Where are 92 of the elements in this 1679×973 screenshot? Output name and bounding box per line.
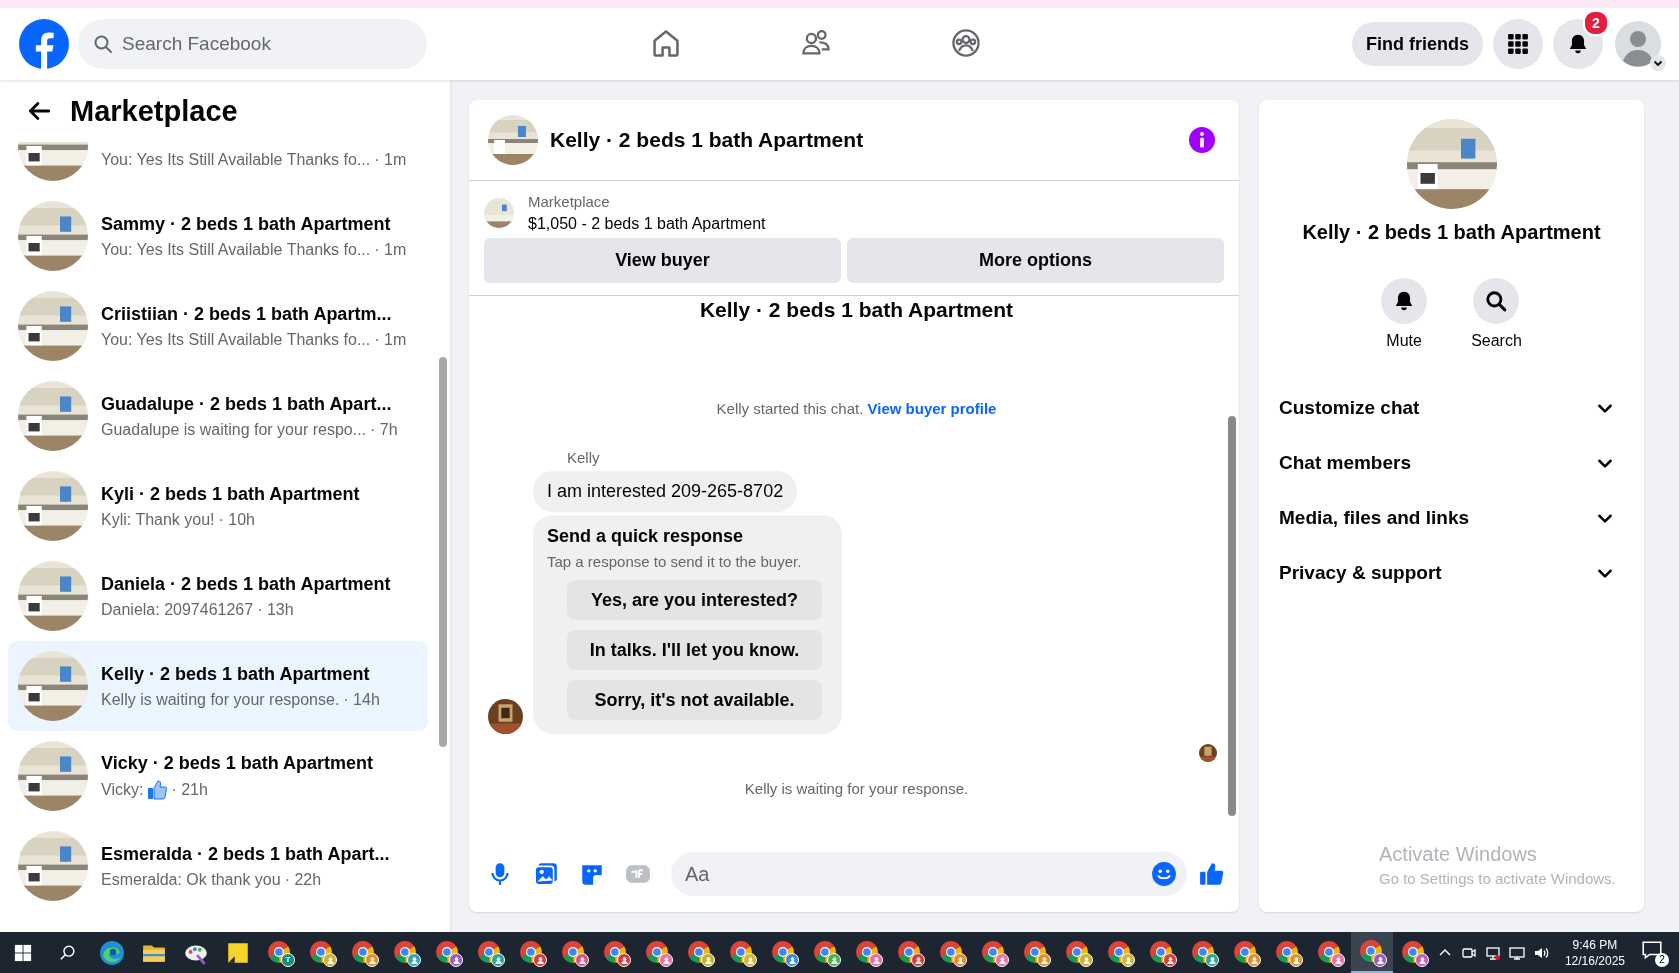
info-icon[interactable]	[1189, 127, 1215, 153]
conversation-item[interactable]: Sammy · 2 beds 1 bath Apartment You: Yes Its Still Available Thanks fo... · 1m	[8, 191, 428, 281]
conversation-item[interactable]: Kyli · 2 beds 1 bath Apartment Kyli: Thank you! · 10h	[8, 461, 428, 551]
message-preview: Vicky:	[101, 780, 144, 799]
more-options-button[interactable]: More options	[847, 238, 1224, 283]
taskbar-app[interactable]	[1351, 932, 1393, 973]
conversation-item[interactable]: You: Yes Its Still Available Thanks fo... · 1m	[8, 142, 428, 191]
message-preview: You: Yes Its Still Available Thanks fo...	[101, 150, 371, 169]
section-header[interactable]: Customize chat	[1279, 380, 1624, 435]
conversation-item[interactable]: Kelly · 2 beds 1 bath Apartment Kelly is waiting for your response. · 14h	[8, 641, 428, 731]
message-input[interactable]: Aa	[671, 852, 1187, 896]
thumbs-up-icon	[147, 779, 168, 800]
thumbs-up-icon[interactable]	[1199, 861, 1225, 887]
action-label: Search	[1471, 332, 1522, 350]
caret-icon	[1650, 55, 1666, 71]
network-icon[interactable]	[1484, 944, 1501, 961]
conversation-title: Daniela · 2 beds 1 bath Apartment	[101, 573, 391, 596]
find-friends-button[interactable]: Find friends	[1352, 22, 1483, 66]
message-time: · 1m	[374, 150, 407, 169]
quick-reply-button[interactable]: In talks. I'll let you know.	[567, 630, 822, 670]
logo-icon[interactable]	[19, 19, 69, 69]
conversation-title: Criistiian · 2 beds 1 bath Apartm...	[101, 303, 393, 326]
menu-button[interactable]	[1493, 19, 1543, 69]
clock-date: 12/16/2025	[1564, 952, 1625, 969]
action-label: Mute	[1386, 332, 1422, 350]
message-preview: You: Yes Its Still Available Thanks fo...	[101, 330, 371, 349]
groups-icon	[949, 26, 982, 59]
conversation-item[interactable]: Criistiian · 2 beds 1 bath Apartm... You: Yes Its Still Available Thanks fo... · 1m	[8, 281, 428, 371]
search-icon	[93, 34, 113, 54]
profile-badge: T	[281, 953, 295, 967]
conversation-item[interactable]: Guadalupe · 2 beds 1 bath Apart... Guadalupe is waiting for your respo... · 7h	[8, 371, 428, 461]
message-preview: You: Yes Its Still Available Thanks fo...	[101, 240, 371, 259]
quick-response-hint: Tap a response to send it to the buyer.	[547, 553, 803, 570]
waiting-status: Kelly is waiting for your response.	[743, 780, 970, 797]
clock-time: 9:46 PM	[1572, 936, 1618, 953]
bell-icon	[1567, 33, 1589, 55]
listing-source: Marketplace	[528, 193, 611, 210]
notifications-button[interactable]	[1553, 19, 1603, 69]
conversation-name: Kelly · 2 beds 1 bath Apartment	[1301, 221, 1602, 244]
chat-started-note: Kelly started this chat.	[716, 400, 864, 417]
conversation-title: Kyli · 2 beds 1 bath Apartment	[101, 483, 360, 506]
message-time: · 14h	[343, 690, 380, 709]
activation-notice-title: Activate Windows	[1379, 843, 1538, 866]
message-time: · 10h	[218, 510, 255, 529]
quick-response-title: Send a quick response	[547, 526, 745, 547]
listing-summary: $1,050 - 2 beds 1 bath Apartment	[528, 215, 766, 233]
activation-notice-text: Go to Settings to activate Windows.	[1379, 870, 1617, 887]
conversation-title: Guadalupe · 2 beds 1 bath Apart...	[101, 393, 393, 416]
search-icon	[1485, 290, 1508, 312]
notification-badge: 2	[1583, 10, 1609, 36]
message-time: · 7h	[370, 420, 398, 439]
conversation-title: Vicky · 2 beds 1 bath Apartment	[101, 752, 374, 775]
smiley-icon[interactable]	[1151, 861, 1177, 887]
account-avatar[interactable]	[1615, 21, 1661, 67]
taskbar-app[interactable]: T	[259, 932, 301, 973]
message-preview: Kelly is waiting for your response.	[101, 690, 340, 709]
conversation-title: Kelly · 2 beds 1 bath Apartment	[101, 663, 371, 686]
message-preview: Esmeralda: Ok thank you	[101, 870, 281, 889]
buyer-profile-link[interactable]: View buyer profile	[867, 400, 997, 417]
quick-reply-button[interactable]: Sorry, it's not available.	[567, 680, 822, 720]
conversation-item[interactable]: Esmeralda · 2 beds 1 bath Apart... Esmeralda: Ok thank you · 22h	[8, 821, 428, 911]
message-preview: Kyli: Thank you!	[101, 510, 215, 529]
thread-title: Kelly · 2 beds 1 bath Apartment	[698, 298, 1015, 322]
section-header[interactable]: Media, files and links	[1279, 490, 1624, 545]
sender-name: Kelly	[567, 449, 601, 466]
conversation-title: Esmeralda · 2 beds 1 bath Apart...	[101, 843, 390, 866]
section-header[interactable]: Privacy & support	[1279, 545, 1624, 600]
browser-icon	[99, 939, 125, 966]
message-time: · 1m	[374, 240, 407, 259]
conversation-item[interactable]: Daniela · 2 beds 1 bath Apartment Daniela: 2097461267 · 13h	[8, 551, 428, 641]
mute-button[interactable]	[1381, 278, 1428, 324]
message-time: · 13h	[257, 600, 294, 619]
photo-icon[interactable]	[533, 861, 559, 887]
section-header[interactable]: Chat members	[1279, 435, 1624, 490]
message-bubble: I am interested 209-265-8702	[533, 471, 798, 512]
monitor-icon[interactable]	[1508, 944, 1525, 961]
sidebar-title: Marketplace	[70, 94, 238, 128]
notification-count: 2	[1655, 952, 1669, 967]
quick-reply-button[interactable]: Yes, are you interested?	[567, 580, 822, 620]
conversation-title: Sammy · 2 beds 1 bath Apartment	[101, 213, 392, 236]
browser-icon	[267, 939, 293, 966]
message-time: · 22h	[284, 870, 322, 889]
message-time: · 21h	[171, 780, 208, 799]
search-button[interactable]	[1473, 278, 1520, 324]
view-buyer-button[interactable]: View buyer	[484, 238, 841, 283]
search-field[interactable]: Search Facebook	[78, 19, 427, 69]
grid-icon	[1507, 33, 1529, 55]
message-preview: Guadalupe is waiting for your respo...	[101, 420, 367, 439]
chat-title: Kelly · 2 beds 1 bath Apartment	[550, 128, 865, 152]
message-time: · 1m	[374, 330, 407, 349]
message-preview: Daniela: 2097461267	[101, 600, 254, 619]
conversation-item[interactable]: Vicky · 2 beds 1 bath Apartment Vicky: · 21h	[8, 731, 428, 821]
